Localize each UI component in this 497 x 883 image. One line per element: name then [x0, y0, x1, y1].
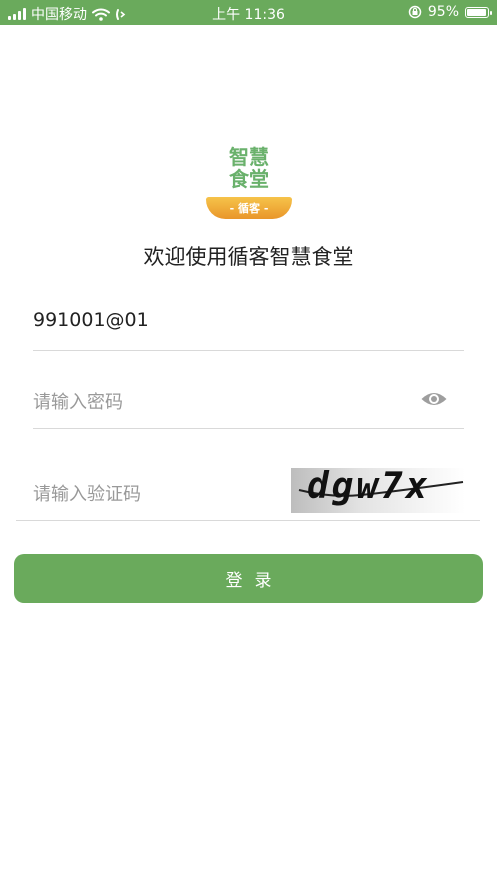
battery-icon — [465, 6, 492, 18]
app-logo: 智慧 食堂 - 循客 - — [203, 146, 295, 222]
password-divider — [33, 428, 464, 429]
logo-bowl: - 循客 - — [206, 197, 292, 219]
eye-icon[interactable] — [420, 387, 448, 411]
battery-fill — [467, 8, 486, 16]
signal-icon — [8, 8, 26, 20]
status-bar: 中国移动 上午 11:36 95% — [0, 0, 497, 25]
carrier-label: 中国移动 — [31, 7, 87, 23]
account-divider — [33, 350, 464, 351]
password-input[interactable]: 请输入密码 — [33, 388, 403, 414]
login-button[interactable]: 登录 — [14, 554, 483, 603]
logo-line-2: 食堂 — [229, 167, 269, 191]
logo-bowl-label: - 循客 - — [229, 202, 269, 215]
logo-text: 智慧 食堂 — [203, 146, 295, 190]
rotation-lock-icon — [408, 5, 422, 19]
battery-percent: 95% — [427, 4, 459, 20]
captcha-image[interactable]: dgw7x — [291, 468, 465, 513]
account-input[interactable]: 991001@01 — [33, 309, 464, 331]
captcha-divider — [16, 520, 480, 521]
captcha-text: dgw7x — [307, 468, 431, 507]
status-right: 95% — [408, 4, 492, 20]
captcha-input[interactable]: 请输入验证码 — [33, 480, 273, 506]
call-forward-icon — [116, 8, 126, 20]
welcome-title: 欢迎使用循客智慧食堂 — [143, 245, 354, 269]
logo-line-1: 智慧 — [229, 145, 269, 169]
status-left: 中国移动 — [8, 4, 127, 24]
wifi-icon — [92, 8, 110, 21]
